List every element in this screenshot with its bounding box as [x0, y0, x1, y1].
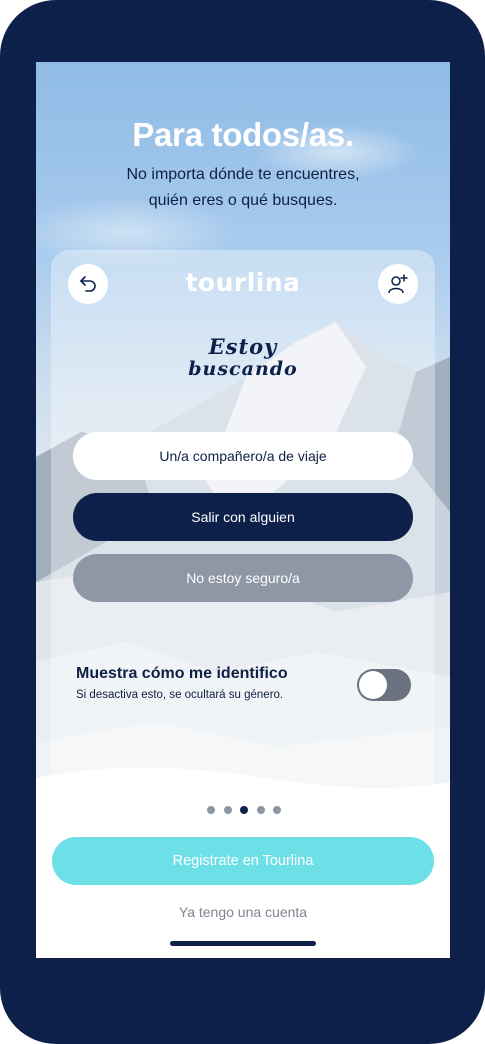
- heading-line2: buscando: [188, 358, 298, 380]
- page-dot: [256, 806, 265, 814]
- app-screen: Para todos/as. No importa dónde te encue…: [36, 62, 450, 958]
- login-link[interactable]: Ya tengo una cuenta: [36, 904, 450, 920]
- hero-subtitle-line1: No importa dónde te encuentres,: [126, 166, 360, 183]
- hero-subtitle-line2: quién eres o qué busques.: [148, 192, 338, 209]
- add-user-icon: [388, 274, 408, 294]
- add-profile-button[interactable]: [378, 264, 418, 304]
- identity-toggle[interactable]: [357, 669, 411, 701]
- hero-subtitle: No importa dónde te encuentres, quién er…: [93, 162, 393, 214]
- page-dot: [207, 806, 215, 814]
- preference-card: tourlina Estoy buscando Un/a compañero/a…: [51, 250, 435, 810]
- page-dot-active: [240, 806, 248, 814]
- home-indicator: [170, 941, 316, 946]
- page-indicator: [207, 805, 281, 815]
- page-dot: [223, 806, 232, 814]
- register-button[interactable]: Registrate en Tourlina: [52, 837, 434, 885]
- page-dot: [273, 806, 281, 814]
- toggle-knob: [359, 671, 387, 699]
- undo-arrow-icon: [80, 276, 96, 292]
- heading-line1: Estoy: [208, 334, 278, 359]
- toggle-description: Si desactiva esto, se ocultará su género…: [76, 689, 284, 701]
- back-button[interactable]: [68, 264, 108, 304]
- brand-logo: tourlina: [185, 268, 301, 297]
- option-not-sure[interactable]: No estoy seguro/a: [73, 554, 413, 602]
- hero-title: Para todos/as.: [132, 116, 354, 153]
- option-travel-companion[interactable]: Un/a compañero/a de viaje: [73, 432, 413, 480]
- toggle-title: Muestra cómo me identifico: [76, 665, 288, 682]
- device-frame: Para todos/as. No importa dónde te encue…: [0, 0, 485, 1044]
- option-dating[interactable]: Salir con alguien: [73, 493, 413, 541]
